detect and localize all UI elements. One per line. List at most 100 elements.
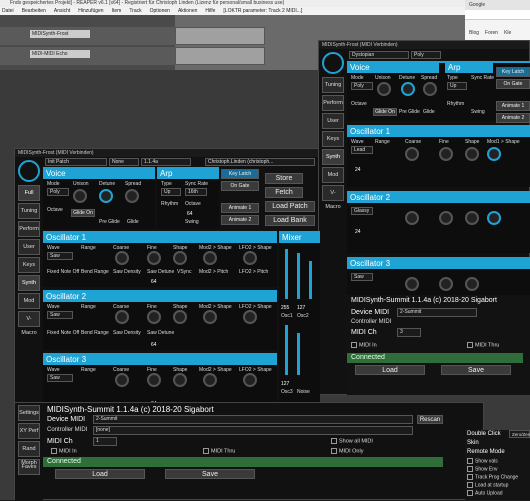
detune-knob[interactable]: [401, 82, 415, 96]
midi-item[interactable]: [175, 47, 265, 65]
side-tab-vmacro[interactable]: V-Macro: [322, 185, 344, 210]
address-bar[interactable]: [465, 10, 530, 20]
lfo-shape-knob[interactable]: [243, 373, 257, 387]
voice-mode-select[interactable]: Poly: [47, 188, 69, 196]
menu-item[interactable]: Track: [129, 7, 141, 15]
animate1-button[interactable]: Animate 1: [221, 203, 259, 213]
checkbox-icon[interactable]: [331, 438, 337, 444]
checkbox-icon[interactable]: [467, 458, 473, 464]
side-tab-keys[interactable]: Keys: [322, 131, 344, 147]
arp-type-select[interactable]: Up: [161, 188, 181, 196]
checkbox-icon[interactable]: [331, 448, 337, 454]
on-gate-button[interactable]: On Gate: [496, 79, 530, 89]
glide-on-button[interactable]: Glide On: [373, 108, 397, 116]
midi-in-toggle[interactable]: MIDI In: [51, 448, 77, 454]
show-vals-toggle[interactable]: Show vals: [467, 458, 498, 464]
midi-only-toggle[interactable]: MIDI Only: [331, 448, 363, 454]
side-tab-tuning[interactable]: Tuning: [322, 77, 344, 93]
side-tab-perform[interactable]: Perform: [18, 221, 40, 237]
coarse-knob[interactable]: [405, 211, 419, 225]
shape-knob[interactable]: [173, 251, 187, 265]
checkbox-icon[interactable]: [467, 466, 473, 472]
osc1-fader[interactable]: [285, 249, 288, 299]
detune-knob[interactable]: [99, 189, 113, 203]
patch-none[interactable]: None: [109, 158, 139, 166]
animate2-button[interactable]: Animate 2: [221, 215, 259, 225]
midi-ch-select[interactable]: 1: [93, 437, 117, 446]
checkbox-icon[interactable]: [467, 474, 473, 480]
coarse-knob[interactable]: [115, 373, 129, 387]
unison-knob[interactable]: [377, 82, 391, 96]
side-tab-perform[interactable]: Perform: [322, 95, 344, 111]
menu-item[interactable]: Datei: [2, 7, 14, 15]
spread-knob[interactable]: [423, 82, 437, 96]
checkbox-icon[interactable]: [467, 342, 473, 348]
browser-link[interactable]: Kle: [504, 30, 511, 36]
device-midi-select[interactable]: 2-Summit: [93, 415, 413, 424]
spread-knob[interactable]: [125, 189, 139, 203]
mod-shape-knob[interactable]: [203, 373, 217, 387]
mod-shape-knob[interactable]: [487, 147, 501, 161]
side-tab-settings[interactable]: Settings: [18, 405, 40, 421]
osc1-wave-select[interactable]: Lead: [351, 146, 373, 154]
menu-item[interactable]: Aktionen: [178, 7, 197, 15]
patch-name[interactable]: Dystopian: [349, 51, 409, 59]
side-tab-mod[interactable]: Mod: [322, 167, 344, 183]
osc3-fader[interactable]: [285, 325, 288, 375]
save-button[interactable]: Save: [165, 469, 255, 479]
fetch-button[interactable]: Fetch: [265, 187, 303, 198]
side-tab-xyperf[interactable]: XY Perf: [18, 423, 40, 439]
side-tab-full[interactable]: Full: [18, 185, 40, 201]
osc3-wave-select[interactable]: Saw: [47, 374, 73, 382]
track-prog-toggle[interactable]: Track Prog Change: [467, 474, 518, 480]
save-button[interactable]: Save: [441, 365, 511, 375]
side-tab-vmacro[interactable]: V-Macro: [18, 311, 40, 336]
menu-item[interactable]: Ansicht: [54, 7, 70, 15]
on-gate-button[interactable]: On Gate: [221, 181, 259, 191]
mod-shape-knob[interactable]: [487, 211, 501, 225]
zero-select[interactable]: Zero/Zero: [509, 430, 530, 438]
browser-link[interactable]: Foren: [485, 30, 498, 36]
arp-sync-select[interactable]: 16th: [185, 188, 207, 196]
side-tab-tuning[interactable]: Tuning: [18, 203, 40, 219]
fine-knob[interactable]: [439, 277, 453, 291]
osc2-fader[interactable]: [297, 253, 300, 299]
checkbox-icon[interactable]: [351, 342, 357, 348]
lfo-shape-knob[interactable]: [243, 310, 257, 324]
midi-in-toggle[interactable]: MIDI In: [351, 342, 377, 348]
midi-ch-select[interactable]: 3: [397, 328, 421, 337]
browser-link[interactable]: Blog: [469, 30, 479, 36]
osc1-wave-select[interactable]: Saw: [47, 252, 73, 260]
coarse-knob[interactable]: [115, 251, 129, 265]
checkbox-icon[interactable]: [203, 448, 209, 454]
track-name[interactable]: MIDI-MIDI Echo: [30, 50, 90, 58]
menu-item[interactable]: [LOKTR parameter: Track 2 MIDI...]: [223, 7, 302, 15]
shape-knob[interactable]: [173, 373, 187, 387]
coarse-knob[interactable]: [405, 147, 419, 161]
voice-mode-select[interactable]: Poly: [351, 82, 373, 90]
bank-select[interactable]: Poly: [411, 51, 441, 59]
key-latch-button[interactable]: Key Latch: [221, 169, 259, 179]
animate2-button[interactable]: Animate 2: [496, 113, 530, 123]
patch-number[interactable]: 1.1.4a: [141, 158, 191, 166]
checkbox-icon[interactable]: [51, 448, 57, 454]
device-midi-select[interactable]: 2-Summit: [397, 308, 477, 317]
auto-upload-toggle[interactable]: Auto Upload: [467, 490, 503, 496]
ring-fader[interactable]: [309, 261, 312, 299]
side-tab-user[interactable]: User: [18, 239, 40, 255]
side-tab-mod[interactable]: Mod: [18, 293, 40, 309]
coarse-knob[interactable]: [405, 277, 419, 291]
osc2-wave-select[interactable]: Glassy: [351, 207, 373, 215]
coarse-knob[interactable]: [115, 310, 129, 324]
load-startup-toggle[interactable]: Load at startup: [467, 482, 508, 488]
side-tab-randmorph[interactable]: Rand Morph: [18, 441, 40, 466]
rescan-button[interactable]: Rescan: [417, 415, 443, 424]
fine-knob[interactable]: [147, 310, 161, 324]
show-all-midi-toggle[interactable]: Show all MIDI: [331, 438, 373, 444]
lfo-shape-knob[interactable]: [243, 251, 257, 265]
shape-knob[interactable]: [173, 310, 187, 324]
browser-tab[interactable]: Google: [465, 0, 530, 10]
track-row[interactable]: MIDI-MIDI Echo: [0, 47, 175, 65]
side-tab-keys[interactable]: Keys: [18, 257, 40, 273]
key-latch-button[interactable]: Key Latch: [496, 67, 530, 77]
